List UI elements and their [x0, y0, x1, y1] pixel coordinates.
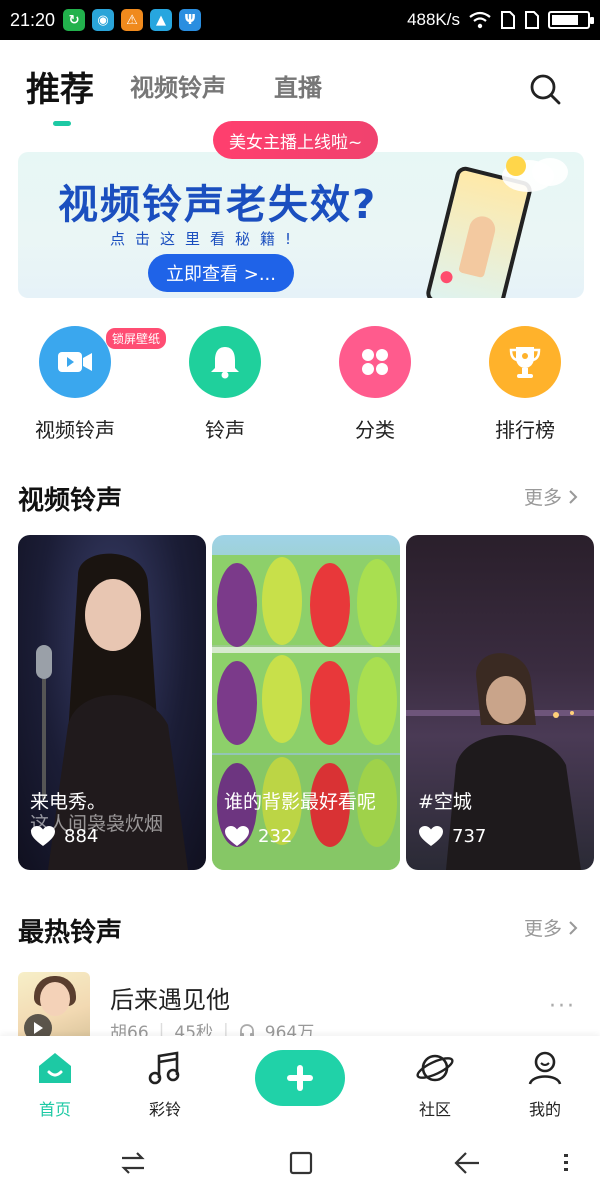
person-illustration	[406, 653, 594, 870]
video-more-link[interactable]: 更多	[524, 483, 578, 510]
live-announcement-pill[interactable]: 美女主播上线啦~	[213, 121, 379, 159]
quick-ringtone[interactable]: 铃声	[170, 322, 280, 443]
section-title-hot: 最热铃声	[18, 918, 123, 948]
nav-profile[interactable]: 我的	[500, 1050, 590, 1120]
quick-actions: 锁屏壁纸 视频铃声 铃声 分类 排行榜	[0, 322, 600, 442]
sim-icon	[501, 11, 515, 29]
nav-community[interactable]: 社区	[390, 1050, 480, 1120]
planet-icon	[416, 1054, 454, 1082]
more-label: 更多	[523, 918, 562, 940]
usb-icon: Ψ	[179, 9, 202, 31]
nav-ringback[interactable]: 彩铃	[120, 1050, 210, 1120]
chevron-right-icon	[569, 920, 578, 935]
quick-video-ringtone[interactable]: 锁屏壁纸 视频铃声	[20, 322, 167, 443]
battery-icon	[548, 11, 594, 29]
promo-banner[interactable]: 视频铃声老失效? 点击这里看秘籍! 立即查看 >...	[18, 152, 584, 298]
add-button[interactable]	[255, 1050, 345, 1106]
home-square-icon[interactable]	[286, 1148, 316, 1178]
tab-live[interactable]: 直播	[274, 68, 322, 103]
banner-subtitle: 点击这里看秘籍!	[110, 230, 302, 248]
list-item[interactable]: 后来遇见他 胡66 | 45秒 | 964万 ···	[18, 972, 584, 1044]
bell-icon	[189, 326, 261, 398]
system-nav-bar	[0, 1128, 600, 1200]
music-note-icon	[148, 1051, 180, 1085]
video-card-likes: 884	[30, 825, 98, 847]
home-icon	[39, 1053, 71, 1083]
likes-count: 737	[452, 825, 487, 847]
video-card-likes: 232	[224, 825, 292, 847]
section-title-video: 视频铃声	[18, 486, 123, 516]
cloud-illustration	[502, 156, 568, 192]
video-card-likes: 737	[418, 825, 486, 847]
game-controller-icon: ▲	[150, 9, 173, 31]
video-card-title: 谁的背影最好看呢	[224, 791, 377, 813]
back-arrow-icon[interactable]	[452, 1148, 482, 1178]
banner-view-button[interactable]: 立即查看 >...	[148, 254, 294, 292]
more-label: 更多	[523, 487, 562, 509]
search-icon[interactable]	[528, 72, 562, 106]
chat-bubble-icon: ◉	[92, 9, 115, 31]
video-card-title: #空城	[418, 791, 472, 813]
video-camera-icon	[39, 326, 111, 398]
song-title: 后来遇见他	[110, 986, 230, 1014]
plus-icon	[287, 1065, 313, 1091]
likes-count: 232	[258, 825, 293, 847]
video-card[interactable]: #空城 737	[406, 535, 594, 870]
nav-label: 我的	[528, 1100, 561, 1119]
menu-dots-icon[interactable]	[556, 1148, 576, 1178]
nav-label: 社区	[418, 1100, 451, 1119]
wallpaper-badge: 锁屏壁纸	[106, 328, 167, 349]
quick-label: 分类	[355, 418, 395, 442]
quick-label: 铃声	[205, 418, 245, 442]
tab-indicator	[53, 121, 71, 126]
sim-icon	[525, 11, 539, 29]
switch-apps-icon[interactable]	[118, 1148, 148, 1178]
song-cover	[18, 972, 90, 1044]
video-cards: 来电秀。 这人间袅袅炊烟 884 谁的背影最好看呢 232 #空城 737	[18, 535, 596, 870]
top-tab-bar: 推荐 视频铃声 直播	[0, 40, 600, 130]
network-speed: 488K/s	[407, 10, 460, 29]
trophy-icon	[489, 326, 561, 398]
more-options-icon[interactable]: ···	[549, 994, 576, 1019]
status-time: 21:20	[10, 9, 56, 30]
nav-home[interactable]: 首页	[10, 1050, 100, 1120]
nav-label: 彩铃	[148, 1100, 181, 1119]
video-card[interactable]: 谁的背影最好看呢 232	[212, 535, 400, 870]
circle-arrow-icon: ↻	[63, 9, 86, 31]
hot-more-link[interactable]: 更多	[524, 914, 578, 941]
quick-label: 视频铃声	[35, 418, 115, 442]
quick-ranking[interactable]: 排行榜	[470, 322, 580, 443]
quick-category[interactable]: 分类	[320, 322, 430, 443]
status-bar: 21:20 ↻ ◉ ⚠ ▲ Ψ 488K/s	[0, 0, 600, 40]
likes-count: 884	[64, 825, 99, 847]
grid-dots-icon	[339, 326, 411, 398]
banner-title: 视频铃声老失效?	[58, 182, 378, 228]
tab-video-ringtone[interactable]: 视频铃声	[130, 68, 226, 103]
bottom-nav: 首页 彩铃 社区 我的	[0, 1036, 600, 1128]
user-icon	[528, 1051, 562, 1085]
tab-recommend[interactable]: 推荐	[26, 62, 94, 111]
chevron-right-icon	[569, 489, 578, 504]
teletubbies-illustration	[212, 555, 400, 870]
heart-icon	[31, 826, 55, 846]
video-card[interactable]: 来电秀。 这人间袅袅炊烟 884	[18, 535, 206, 870]
heart-icon	[225, 826, 249, 846]
nav-label: 首页	[38, 1100, 71, 1119]
wifi-icon	[469, 11, 491, 29]
quick-label: 排行榜	[495, 418, 555, 442]
heart-icon	[419, 826, 443, 846]
warning-icon: ⚠	[121, 9, 144, 31]
